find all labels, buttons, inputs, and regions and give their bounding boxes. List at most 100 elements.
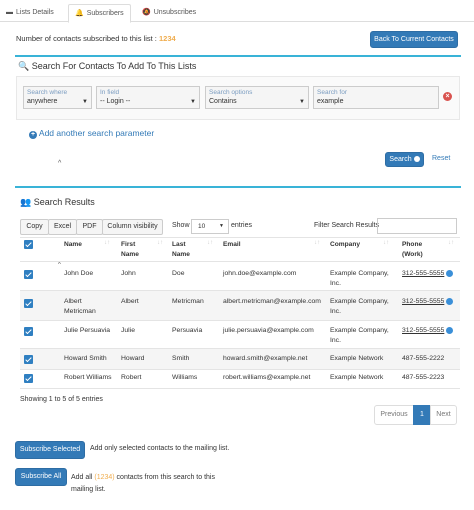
show-label: Show [172, 222, 190, 229]
search-button[interactable]: Search [385, 152, 424, 167]
search-for-input[interactable]: Search for example [313, 86, 439, 109]
select-all-checkbox[interactable] [24, 240, 33, 249]
search-panel-title: 🔍 Search For Contacts To Add To This Lis… [18, 61, 197, 71]
sort-icon[interactable]: ↓↑ [314, 240, 320, 246]
cell-company: Example Network [330, 355, 384, 362]
row-checkbox[interactable] [24, 355, 33, 364]
cell-name: Robert Williams [64, 374, 112, 381]
row-checkbox[interactable] [24, 374, 33, 383]
cell-email: albert.metricman@example.com [223, 298, 321, 305]
tab-bar: ▬ Lists Details 🔔 Subscribers 🔕 Unsubscribe… [0, 0, 474, 23]
tab-label: Unsubscribes [153, 9, 197, 16]
cell-first-name: John [121, 270, 136, 277]
row-divider [20, 320, 460, 321]
add-search-parameter-link[interactable]: + Add another search parameter [29, 128, 154, 139]
column-header-name[interactable]: Name [64, 240, 82, 250]
back-to-current-contacts-button[interactable]: Back To Current Contacts [370, 31, 458, 48]
in-field-select[interactable]: In field -- Login -- ▼ [96, 86, 200, 109]
subscribe-selected-button[interactable]: Subscribe Selected [15, 441, 85, 459]
pagination-previous[interactable]: Previous [374, 405, 414, 425]
cell-first-name: Julie [121, 327, 135, 334]
cell-phone[interactable]: 312-555-5555 [402, 326, 454, 336]
cell-phone[interactable]: 312-555-5555 [402, 269, 454, 279]
sort-icon[interactable]: ↓↑ [157, 240, 163, 246]
cell-company: Example Company, Inc. [330, 327, 389, 344]
remove-parameter-icon[interactable]: × [443, 92, 452, 101]
caret-down-icon: ▼ [82, 99, 88, 105]
pdf-button[interactable]: PDF [76, 219, 103, 235]
arrow-circle-icon [413, 156, 420, 163]
sync-icon[interactable] [446, 326, 454, 334]
cell-company: Example Company, Inc. [330, 298, 389, 315]
cell-last-name: Metricman [172, 298, 204, 305]
cell-email: john.doe@example.com [223, 270, 297, 277]
row-divider [20, 369, 460, 370]
cell-phone: 487-555-2223 [402, 374, 445, 381]
cell-last-name: Smith [172, 355, 190, 362]
row-checkbox[interactable] [24, 270, 33, 279]
sort-caret-icon: ^ [58, 262, 61, 268]
filter-search-input[interactable] [377, 218, 457, 234]
search-where-select[interactable]: Search where anywhere ▼ [23, 86, 92, 109]
cell-name: John Doe [64, 270, 94, 277]
pagination-page-1[interactable]: 1 [413, 405, 431, 425]
row-checkbox[interactable] [24, 327, 33, 336]
column-visibility-button[interactable]: Column visibility [102, 219, 163, 235]
cell-phone: 487-555-2222 [402, 355, 445, 362]
subscribe-all-button[interactable]: Subscribe All [15, 468, 67, 486]
cell-first-name: Albert [121, 298, 139, 305]
cell-company: Example Network [330, 374, 384, 381]
cell-email: julie.persuavia@example.com [223, 327, 314, 334]
cell-first-name: Robert [121, 374, 142, 381]
column-header-phone-work[interactable]: Phone (Work) [402, 240, 430, 260]
search-options-select[interactable]: Search options Contains ▼ [205, 86, 309, 109]
sync-icon[interactable] [446, 297, 454, 305]
subscribed-count: 1234 [158, 34, 176, 43]
excel-button[interactable]: Excel [48, 219, 77, 235]
divider [15, 55, 461, 57]
caret-down-icon: ▼ [299, 99, 305, 105]
divider [15, 186, 461, 188]
bell-icon: 🔔 [75, 10, 84, 17]
bell-slash-icon: 🔕 [142, 9, 151, 16]
entries-per-page-select[interactable]: 10 ▼ [191, 219, 229, 234]
copy-button[interactable]: Copy [20, 219, 49, 235]
sort-icon[interactable]: ↓↑ [207, 240, 213, 246]
column-header-email[interactable]: Email [223, 240, 241, 250]
sort-icon[interactable]: ↓↑ [383, 240, 389, 246]
row-divider [20, 388, 460, 389]
subscribed-count-text: Number of contacts subscribed to this li… [16, 34, 176, 43]
cell-last-name: Persuavia [172, 327, 203, 334]
caret-down-icon: ▼ [190, 99, 196, 105]
cell-last-name: Doe [172, 270, 185, 277]
sort-icon[interactable]: ↓↑ [104, 240, 110, 246]
tab-unsubscribes[interactable]: 🔕 Unsubscribes [136, 4, 202, 22]
sort-caret-icon: ^ [58, 160, 62, 167]
sort-icon[interactable]: ↓↑ [448, 240, 454, 246]
column-header-first-name[interactable]: First Name [121, 240, 149, 260]
reset-button[interactable]: Reset [432, 155, 450, 162]
filter-label: Filter Search Results [314, 222, 379, 229]
table-header-bottom-border [20, 261, 460, 262]
row-checkbox[interactable] [24, 299, 33, 308]
cell-email: howard.smith@example.net [223, 355, 308, 362]
showing-entries-text: Showing 1 to 5 of 5 entries [20, 396, 103, 403]
sync-icon[interactable] [446, 269, 454, 277]
tab-lists-details[interactable]: ▬ Lists Details [0, 4, 60, 22]
search-results-title: 👥 Search Results [20, 197, 95, 207]
entries-label: entries [231, 222, 253, 229]
tab-subscribers[interactable]: 🔔 Subscribers [68, 4, 131, 23]
subscribe-all-count: (1234) [94, 474, 115, 481]
pagination-next[interactable]: Next [430, 405, 457, 425]
caret-down-icon: ▼ [219, 223, 224, 229]
cell-name: Howard Smith [64, 355, 107, 362]
column-header-company[interactable]: Company [330, 240, 360, 250]
list-icon: ▬ [6, 9, 13, 16]
plus-circle-icon: + [29, 131, 37, 139]
subscribe-selected-text: Add only selected contacts to the mailin… [90, 445, 230, 452]
users-icon: 👥 [20, 197, 32, 207]
subscribe-all-text: Add all (1234) contacts from this search… [71, 474, 215, 493]
table-header-top-border [20, 237, 460, 238]
cell-phone[interactable]: 312-555-5555 [402, 297, 454, 307]
column-header-last-name[interactable]: Last Name [172, 240, 198, 260]
